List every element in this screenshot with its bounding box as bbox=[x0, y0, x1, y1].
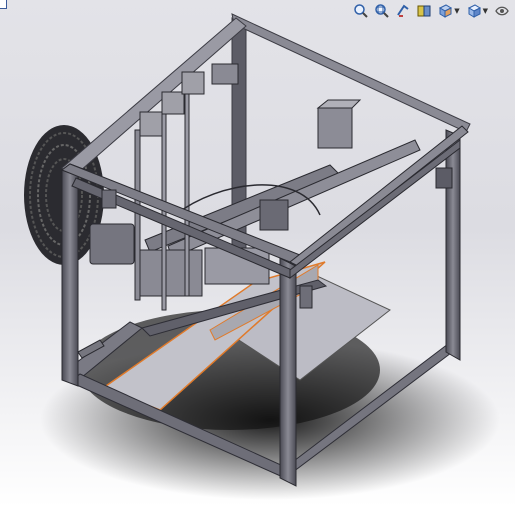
view-orientation-icon[interactable] bbox=[436, 2, 454, 20]
back-right-post[interactable] bbox=[445, 129, 461, 361]
previous-view-icon[interactable] bbox=[394, 2, 412, 20]
section-view-icon[interactable] bbox=[415, 2, 433, 20]
zoom-to-area-icon[interactable] bbox=[373, 2, 391, 20]
viewport-corner-marker bbox=[0, 0, 7, 9]
graphics-viewport[interactable]: ▼ ▼ bbox=[0, 0, 515, 507]
display-style-icon[interactable] bbox=[465, 2, 483, 20]
chevron-down-icon[interactable]: ▼ bbox=[454, 7, 459, 15]
hide-show-items-icon[interactable] bbox=[493, 2, 511, 20]
printer-3d-model[interactable] bbox=[0, 0, 515, 507]
chevron-down-icon[interactable]: ▼ bbox=[483, 7, 488, 15]
zoom-to-fit-icon[interactable] bbox=[352, 2, 370, 20]
heads-up-view-toolbar: ▼ ▼ bbox=[352, 0, 515, 22]
